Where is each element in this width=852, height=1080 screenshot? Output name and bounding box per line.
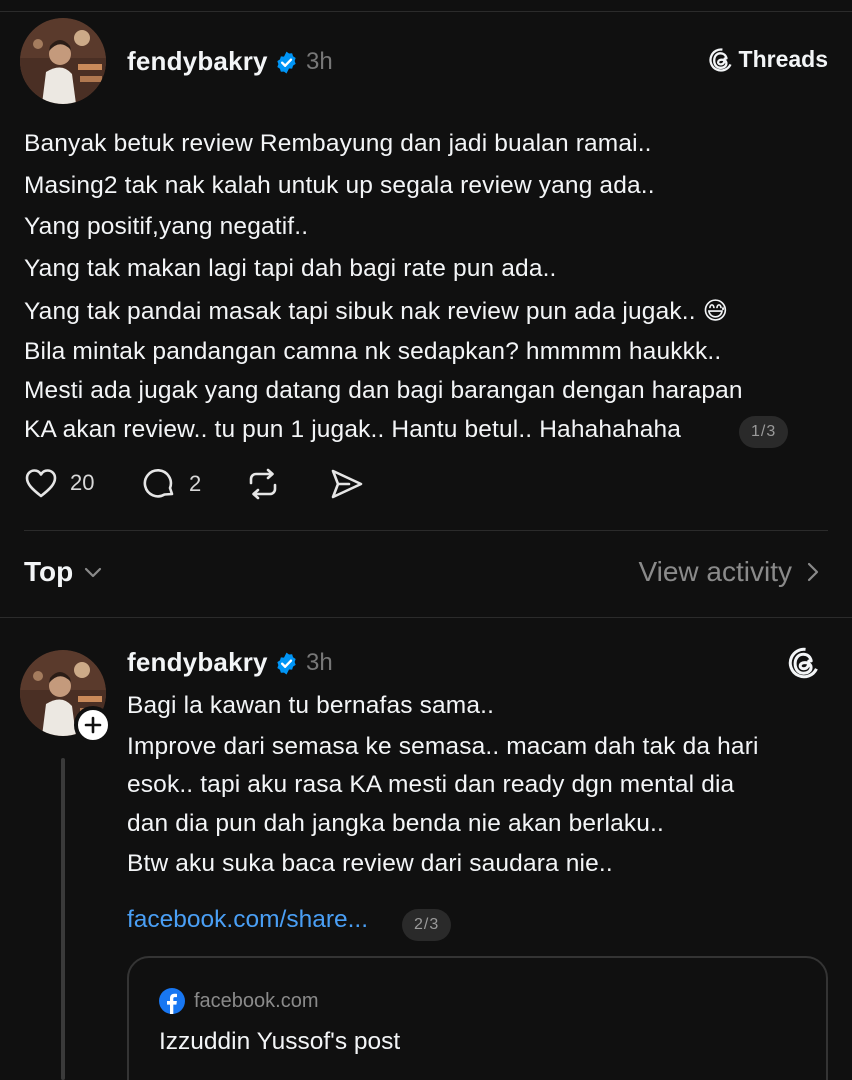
link-preview-source: facebook.com: [159, 988, 319, 1014]
repost-button[interactable]: [245, 467, 281, 501]
link-preview-card[interactable]: facebook.com Izzuddin Yussof's post: [127, 956, 828, 1080]
thread-connector-line: [61, 758, 65, 1080]
share-button[interactable]: [329, 467, 365, 501]
reply-line: Bagi la kawan tu bernafas sama..: [127, 692, 495, 719]
post-line: KA akan review.. tu pun 1 jugak.. Hantu …: [24, 416, 682, 443]
link-preview-title: Izzuddin Yussof's post: [159, 1028, 401, 1055]
section-divider: [0, 617, 852, 618]
view-activity-label: View activity: [638, 556, 792, 587]
reply-line: esok.. tapi aku rasa KA mesti dan ready …: [127, 771, 735, 798]
thread-page-indicator: 2/3: [402, 909, 452, 941]
facebook-icon: [159, 988, 185, 1014]
link-preview-domain: facebook.com: [194, 989, 319, 1012]
reply-button[interactable]: 2: [143, 467, 201, 501]
reply-timestamp: 3h: [306, 649, 333, 676]
chevron-down-icon: [85, 567, 102, 578]
follow-button[interactable]: [74, 706, 112, 744]
threads-label: Threads: [738, 46, 828, 72]
post-line: Masing2 tak nak kalah untuk up segala re…: [24, 172, 655, 199]
post-line: Yang tak makan lagi tapi dah bagi rate p…: [24, 255, 557, 282]
threads-logo-icon[interactable]: [788, 646, 820, 680]
like-count: 20: [70, 470, 95, 495]
threads-page: fendybakry 3h Threads Banyak betuk revie…: [0, 0, 852, 1080]
post-divider: [24, 530, 828, 531]
reply-line: dan dia pun dah jangka benda nie akan be…: [127, 810, 664, 837]
threads-logo-icon: [708, 47, 733, 72]
sort-dropdown[interactable]: Top: [24, 556, 103, 588]
comment-icon: [143, 469, 174, 498]
reply-line: Btw aku suka baca review dari saudara ni…: [127, 850, 613, 877]
like-button[interactable]: 20: [24, 467, 94, 499]
verified-badge-icon: [277, 51, 296, 74]
send-icon: [331, 469, 363, 499]
repost-icon: [249, 468, 277, 500]
view-activity-link[interactable]: View activity: [638, 556, 820, 588]
shared-link[interactable]: facebook.com/share...: [127, 906, 368, 934]
author-avatar[interactable]: [20, 18, 106, 104]
reply-author-username[interactable]: fendybakry: [127, 647, 268, 678]
threads-brand[interactable]: Threads: [708, 46, 828, 73]
sort-label: Top: [24, 556, 74, 587]
author-username[interactable]: fendybakry: [127, 46, 268, 77]
post-line: Mesti ada jugak yang datang dan bagi bar…: [24, 377, 743, 404]
post-line: Yang positif,yang negatif..: [24, 213, 309, 240]
reply-count: 2: [189, 471, 202, 496]
top-divider: [0, 11, 852, 12]
post-line: Banyak betuk review Rembayung dan jadi b…: [24, 130, 652, 157]
post-timestamp: 3h: [306, 48, 333, 75]
post-line: Yang tak pandai masak tapi sibuk nak rev…: [24, 298, 729, 325]
heart-icon: [25, 469, 57, 498]
thread-page-indicator: 1/3: [739, 416, 789, 448]
verified-badge-icon: [277, 652, 296, 675]
plus-icon: [84, 716, 102, 734]
post-line: Bila mintak pandangan camna nk sedapkan?…: [24, 338, 722, 365]
chevron-right-icon: [807, 562, 819, 582]
reply-line: Improve dari semasa ke semasa.. macam da…: [127, 733, 759, 760]
